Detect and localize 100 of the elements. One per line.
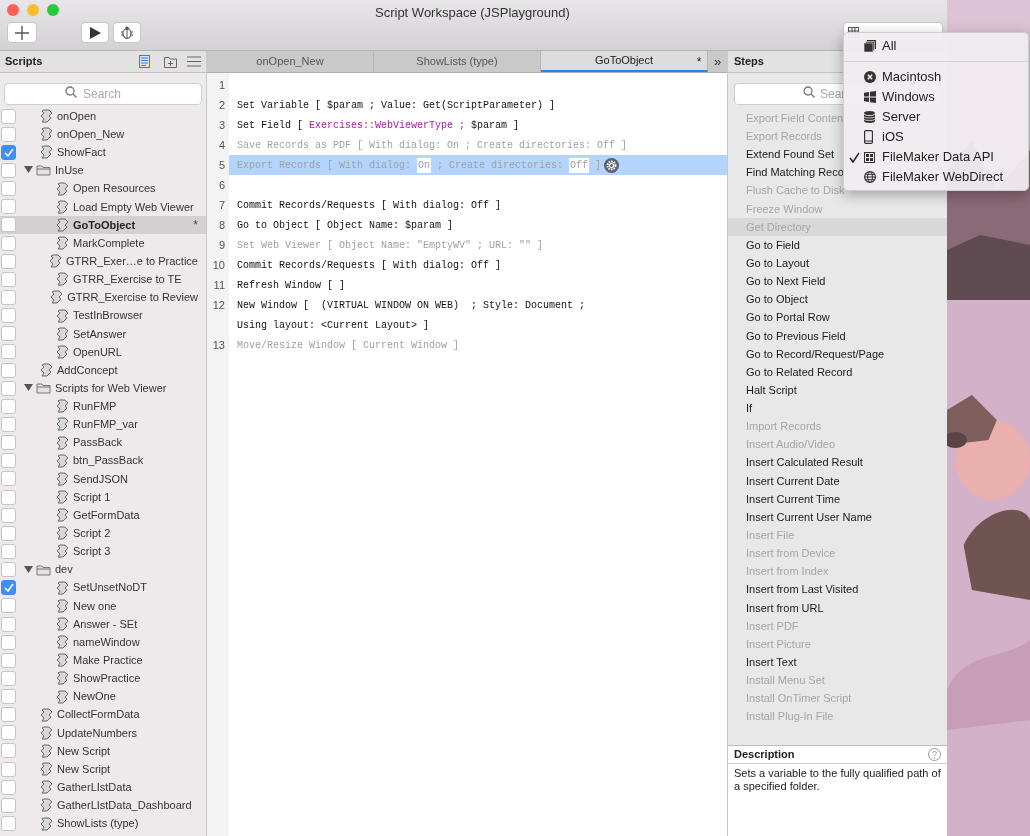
script-row[interactable]: Load Empty Web Viewer (0, 197, 206, 216)
step-item[interactable]: Insert Calculated Result (728, 453, 947, 472)
script-row[interactable]: dev (0, 560, 206, 579)
script-row[interactable]: PassBack (0, 433, 206, 452)
script-row[interactable]: CollectFormData (0, 705, 206, 724)
disclosure-triangle-icon[interactable] (24, 384, 36, 393)
checkbox[interactable] (1, 707, 16, 723)
step-item[interactable]: Go to Previous Field (728, 326, 947, 345)
checkbox[interactable] (1, 598, 16, 614)
checkbox[interactable] (1, 126, 16, 142)
help-icon[interactable] (928, 748, 941, 761)
step-item[interactable]: Go to Field (728, 236, 947, 255)
script-row[interactable]: InUse (0, 161, 206, 180)
checkbox[interactable] (1, 453, 16, 469)
checkbox[interactable] (1, 163, 16, 178)
search-field[interactable]: Search (4, 83, 202, 105)
step-item[interactable]: If (728, 399, 947, 418)
script-row[interactable]: onOpen (0, 107, 206, 126)
checkbox[interactable] (1, 416, 16, 432)
script-row[interactable]: SetAnswer (0, 324, 206, 343)
script-row[interactable]: GetFormData (0, 506, 206, 525)
close-button[interactable] (7, 4, 19, 16)
script-row[interactable]: SendJSON (0, 469, 206, 488)
checkbox[interactable] (1, 816, 16, 832)
checkbox[interactable] (1, 398, 16, 414)
script-row[interactable]: GTRR_Exercise to Review (0, 288, 206, 307)
checkbox[interactable] (1, 652, 16, 668)
script-row[interactable]: GatherLIstData_Dashboard (0, 796, 206, 815)
step-item[interactable]: Insert from URL (728, 598, 947, 617)
script-row[interactable]: onOpen_New (0, 125, 206, 144)
checkbox[interactable] (1, 289, 16, 305)
script-row[interactable]: nameWindow (0, 633, 206, 652)
menu-item[interactable]: FileMaker WebDirect (844, 167, 1028, 187)
step-item[interactable]: Go to Related Record (728, 362, 947, 382)
checkbox[interactable] (1, 543, 16, 559)
menu-item[interactable]: All (844, 36, 1028, 56)
script-row[interactable]: RunFMP_var (0, 415, 206, 434)
script-row[interactable]: btn_PassBack (0, 451, 206, 470)
checkbox[interactable] (1, 235, 16, 251)
step-item[interactable]: Insert Current Time (728, 489, 947, 509)
checkbox[interactable] (1, 634, 16, 650)
checkbox[interactable] (1, 380, 16, 396)
script-row[interactable]: UpdateNumbers (0, 723, 206, 742)
zoom-button[interactable] (47, 4, 59, 16)
script-row[interactable]: ShowFact (0, 143, 206, 162)
script-row[interactable]: Answer - SEt (0, 614, 206, 634)
script-row[interactable]: GTRR_Exercise to TE (0, 270, 206, 289)
new-folder-icon[interactable] (164, 55, 177, 68)
step-item[interactable]: Insert Current Date (728, 471, 947, 490)
script-row[interactable]: Script 1 (0, 487, 206, 507)
checkbox[interactable] (1, 725, 16, 741)
checkbox[interactable] (1, 489, 16, 505)
checkbox[interactable] (1, 308, 16, 324)
checkbox[interactable] (1, 362, 16, 378)
script-row[interactable]: Scripts for Web Viewer (0, 379, 206, 398)
script-row[interactable]: GTRR_Exer…e to Practice (0, 252, 206, 271)
script-row[interactable]: Open Resources (0, 179, 206, 198)
script-row[interactable]: Script 3 (0, 542, 206, 561)
menu-item[interactable]: iOS (844, 127, 1028, 147)
step-item[interactable]: Insert Text (728, 653, 947, 672)
step-item[interactable]: Insert from Last Visited (728, 580, 947, 599)
disclosure-triangle-icon[interactable] (24, 565, 36, 574)
script-row[interactable]: GatherLIstData (0, 778, 206, 797)
script-row[interactable]: SetUnsetNoDT (0, 578, 206, 597)
menu-item[interactable]: FileMaker Data API (844, 147, 1028, 167)
script-row[interactable]: Script 2 (0, 524, 206, 543)
tab[interactable]: onOpen_New (207, 51, 374, 72)
disclosure-triangle-icon[interactable] (24, 166, 36, 175)
minimize-button[interactable] (27, 4, 39, 16)
checkbox[interactable] (1, 562, 16, 578)
script-row[interactable]: OpenURL (0, 342, 206, 361)
checkbox[interactable] (1, 271, 16, 287)
step-item[interactable]: Go to Layout (728, 254, 947, 273)
checkbox[interactable] (1, 761, 16, 777)
script-row[interactable]: GoToObject * (0, 215, 206, 234)
checkbox[interactable] (1, 435, 16, 451)
checkbox[interactable] (1, 743, 16, 759)
checkbox[interactable] (1, 326, 16, 342)
tabs-overflow-button[interactable]: » (708, 51, 727, 72)
script-row[interactable]: AddConcept (0, 360, 206, 380)
script-row[interactable]: MarkComplete (0, 234, 206, 253)
script-row[interactable]: New Script (0, 760, 206, 779)
step-item[interactable]: Insert Current User Name (728, 508, 947, 527)
checkbox[interactable] (1, 797, 16, 813)
run-button[interactable] (81, 22, 109, 43)
script-row[interactable]: RunFMP (0, 397, 206, 416)
menu-icon[interactable] (187, 56, 201, 67)
checkbox[interactable] (1, 580, 16, 596)
step-item[interactable]: Go to Portal Row (728, 308, 947, 327)
step-item[interactable]: Go to Next Field (728, 272, 947, 291)
step-item[interactable]: Go to Record/Request/Page (728, 344, 947, 363)
script-row[interactable]: NewOne (0, 687, 206, 706)
checkbox[interactable] (1, 670, 16, 686)
add-button[interactable] (7, 22, 37, 43)
checkbox[interactable] (1, 471, 16, 487)
script-row[interactable]: New Script (0, 741, 206, 761)
script-row[interactable]: ShowLists (type) (0, 814, 206, 833)
checkbox[interactable] (1, 525, 16, 541)
checkbox[interactable] (1, 779, 16, 795)
script-row[interactable]: New one (0, 596, 206, 615)
